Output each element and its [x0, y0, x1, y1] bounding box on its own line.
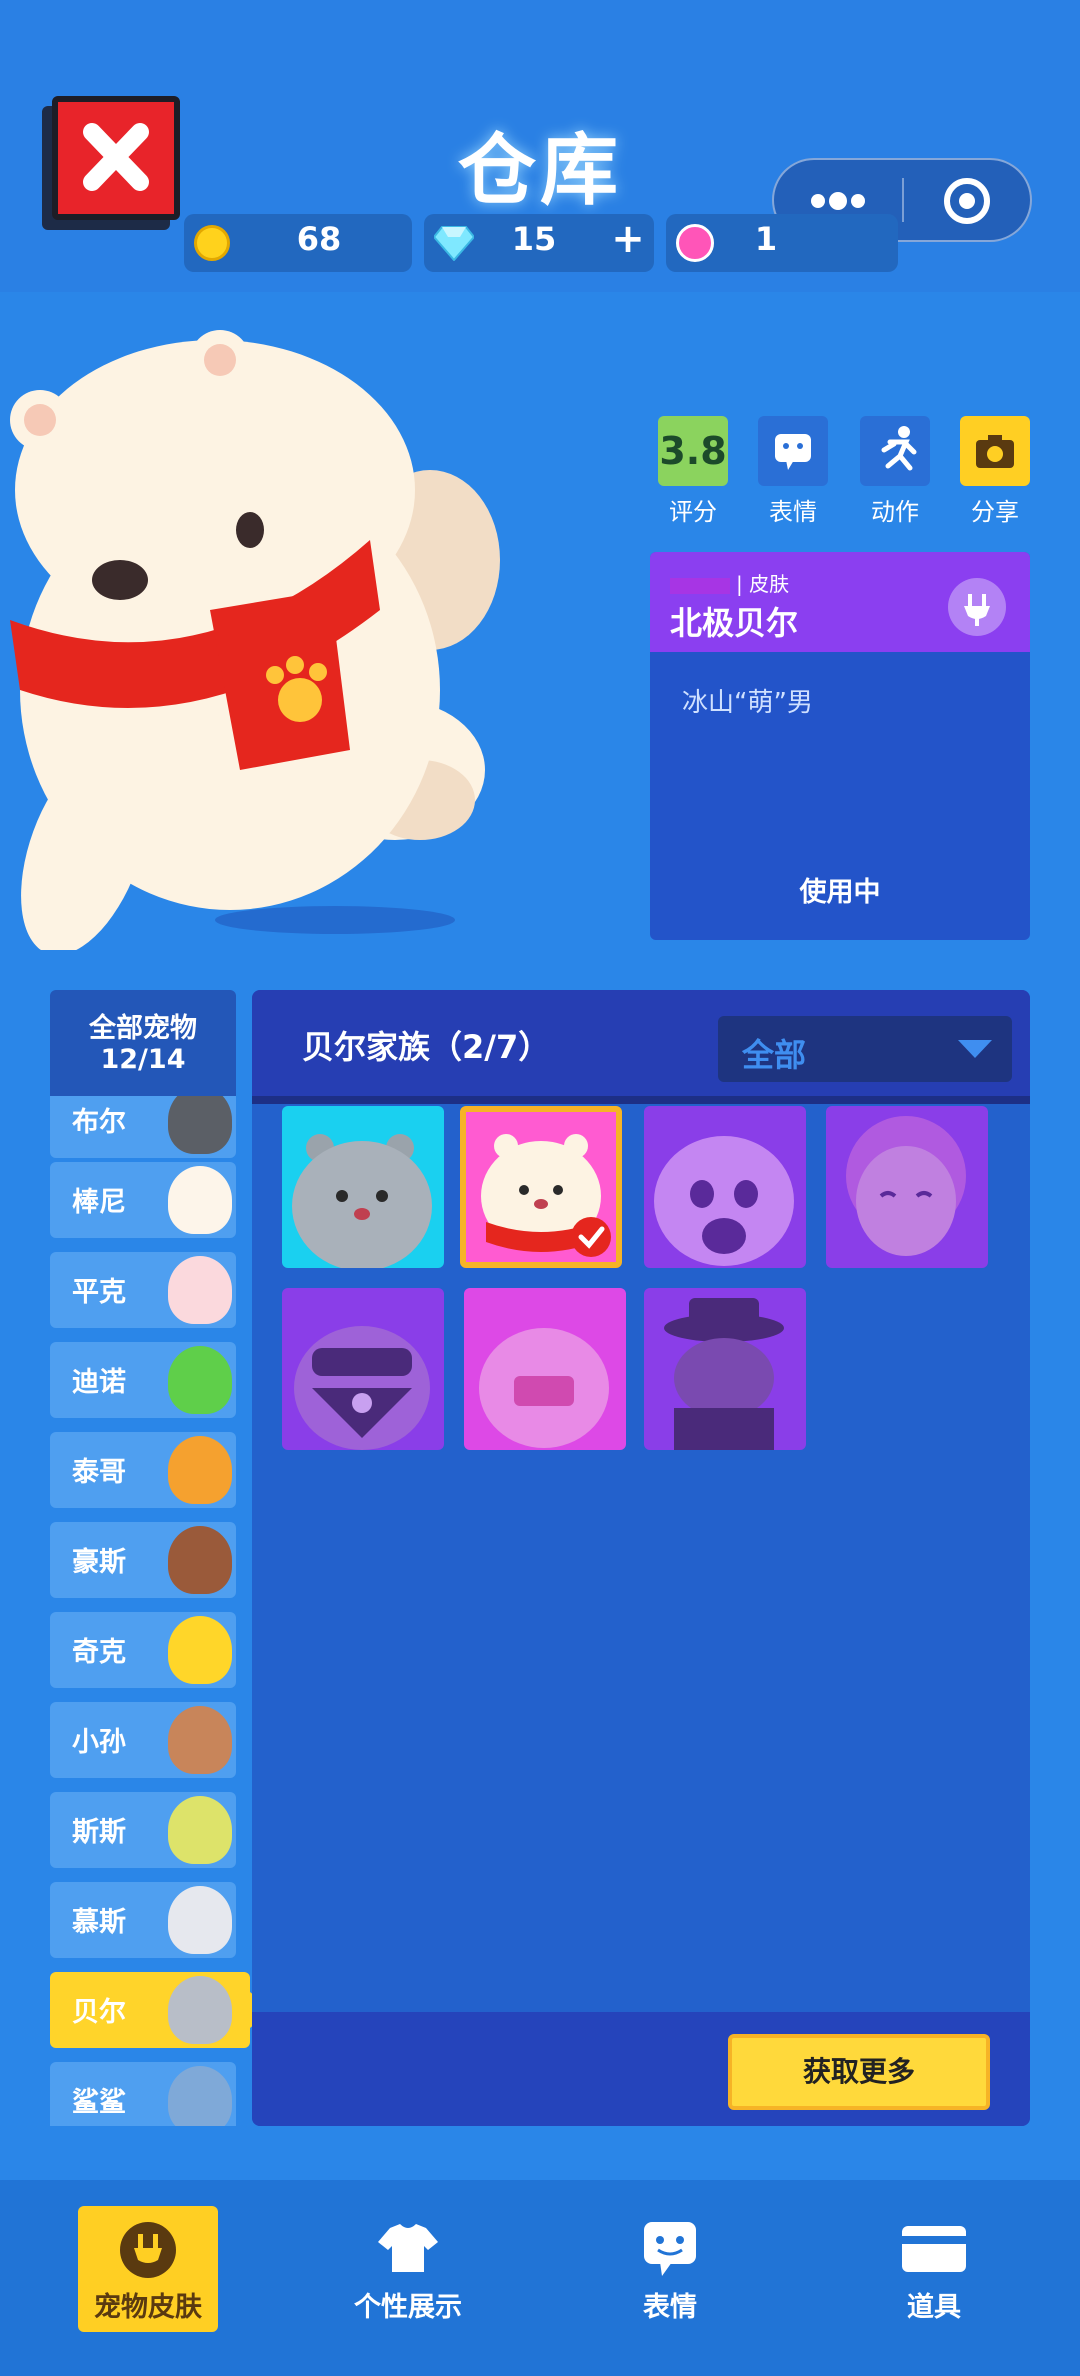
plug-icon: [964, 594, 990, 626]
dinosaur-avatar-icon: [168, 1346, 232, 1414]
pet-item-musi[interactable]: 慕斯: [50, 1882, 236, 1958]
flower-bear-skin-icon: [479, 1328, 609, 1448]
skin-panel: 贝尔家族（2/7） 全部 获取更多: [252, 990, 1030, 2126]
header-divider: [252, 1096, 1030, 1104]
rarity-mark: [670, 577, 730, 594]
skin-tile-monk-bear[interactable]: [826, 1106, 988, 1268]
pig-avatar-icon: [168, 1256, 232, 1324]
add-gems-button[interactable]: +: [608, 216, 648, 262]
get-more-button[interactable]: 获取更多: [728, 2034, 990, 2110]
flower-icon: [676, 224, 714, 262]
plug-icon: [120, 2222, 176, 2278]
shark-avatar-icon: [168, 2066, 232, 2126]
family-title: 贝尔家族（2/7）: [302, 1028, 551, 1066]
pet-item-buer[interactable]: 布尔: [50, 1096, 236, 1158]
pet-item-beier[interactable]: 贝尔: [50, 1972, 250, 2048]
score-label: 评分: [669, 498, 717, 526]
emote-label: 表情: [769, 498, 817, 526]
horse-avatar-icon: [168, 1526, 232, 1594]
pet-item-pingke[interactable]: 平克: [50, 1252, 236, 1328]
all-pets-header[interactable]: 全部宠物 12/14: [50, 990, 236, 1096]
monk-bear-skin-icon: [846, 1116, 966, 1256]
skin-status: 使用中: [799, 877, 881, 908]
exit-program-button[interactable]: [904, 160, 1030, 240]
skin-tile-polar-bear[interactable]: [460, 1106, 622, 1268]
pet-item-haosi[interactable]: 豪斯: [50, 1522, 236, 1598]
pet-item-shasha[interactable]: 鲨鲨: [50, 2062, 236, 2126]
chat-bubble-icon: [775, 434, 811, 470]
pet-item-qike[interactable]: 奇克: [50, 1612, 236, 1688]
target-icon: [944, 178, 990, 224]
page-title: 仓库: [457, 126, 622, 216]
gem-value: 15: [511, 220, 557, 258]
share-button[interactable]: [960, 416, 1030, 486]
polar-bear-skin-icon: [481, 1134, 611, 1257]
coin-value: 68: [296, 220, 342, 258]
flower-value: 1: [754, 220, 778, 258]
pet-list[interactable]: 布尔 棒尼 平克 迪诺 泰哥 豪斯 奇克 小孙 斯斯 慕斯 贝尔 鲨鲨: [0, 1096, 252, 2126]
skin-tile-gray-bear[interactable]: [282, 1106, 444, 1268]
gem-counter: 15 +: [424, 214, 654, 272]
pet-item-xiaosun[interactable]: 小孙: [50, 1702, 236, 1778]
diamond-icon: [434, 226, 474, 261]
flower-counter: 1: [666, 214, 898, 272]
skin-tile-agent-bear[interactable]: [644, 1288, 806, 1450]
pet-item-dinuo[interactable]: 迪诺: [50, 1342, 236, 1418]
pet-item-taige[interactable]: 泰哥: [50, 1432, 236, 1508]
emote-button[interactable]: [758, 416, 828, 486]
rhino-avatar-icon: [168, 1096, 232, 1154]
skin-name: 北极贝尔: [670, 604, 799, 642]
bandit-bear-skin-icon: [294, 1326, 430, 1450]
tiger-avatar-icon: [168, 1436, 232, 1504]
all-pets-title: 全部宠物: [89, 1013, 197, 1044]
filter-dropdown[interactable]: 全部: [718, 1016, 1012, 1082]
filter-value: 全部: [742, 1036, 807, 1074]
skin-tile-bandit-bear[interactable]: [282, 1288, 444, 1450]
tab-emote[interactable]: 表情: [600, 2206, 740, 2332]
motion-button[interactable]: [860, 416, 930, 486]
bear-avatar-icon: [168, 1976, 232, 2044]
snake-avatar-icon: [168, 1796, 232, 1864]
pet-skin-badge: [948, 578, 1006, 636]
gray-bear-skin-icon: [292, 1134, 432, 1268]
tab-showcase[interactable]: 个性展示: [338, 2206, 478, 2332]
card-icon: [902, 2226, 966, 2272]
panda-skin-icon: [654, 1136, 794, 1266]
camera-icon: [976, 435, 1014, 468]
motion-label: 动作: [871, 498, 919, 526]
tab-pet-skin[interactable]: 宠物皮肤: [78, 2206, 218, 2332]
chick-avatar-icon: [168, 1616, 232, 1684]
coin-icon: [194, 225, 230, 261]
mouse-avatar-icon: [168, 1886, 232, 1954]
skin-tile-panda[interactable]: [644, 1106, 806, 1268]
skin-tag: | 皮肤: [670, 568, 789, 597]
skin-info-card: | 皮肤 北极贝尔 冰山“萌”男 使用中: [650, 552, 1030, 940]
score-badge[interactable]: 3.8: [658, 416, 728, 486]
t-shirt-icon: [378, 2224, 438, 2272]
tab-items[interactable]: 道具: [864, 2206, 1004, 2332]
pet-item-sisi[interactable]: 斯斯: [50, 1792, 236, 1868]
monkey-avatar-icon: [168, 1706, 232, 1774]
chevron-down-icon: [958, 1040, 992, 1058]
all-pets-count: 12/14: [100, 1044, 186, 1075]
agent-bear-skin-icon: [664, 1298, 784, 1450]
rabbit-avatar-icon: [168, 1166, 232, 1234]
chat-bubble-icon: [644, 2222, 696, 2276]
close-button[interactable]: [52, 96, 180, 220]
polar-bear-character: [10, 330, 500, 950]
close-icon: [83, 123, 149, 191]
share-label: 分享: [971, 498, 1019, 526]
pet-item-bangni[interactable]: 棒尼: [50, 1162, 236, 1238]
skin-tile-flower-bear[interactable]: [464, 1288, 626, 1450]
coin-counter: 68: [184, 214, 412, 272]
skin-description: 冰山“萌”男: [682, 688, 813, 718]
running-man-icon: [881, 426, 917, 471]
